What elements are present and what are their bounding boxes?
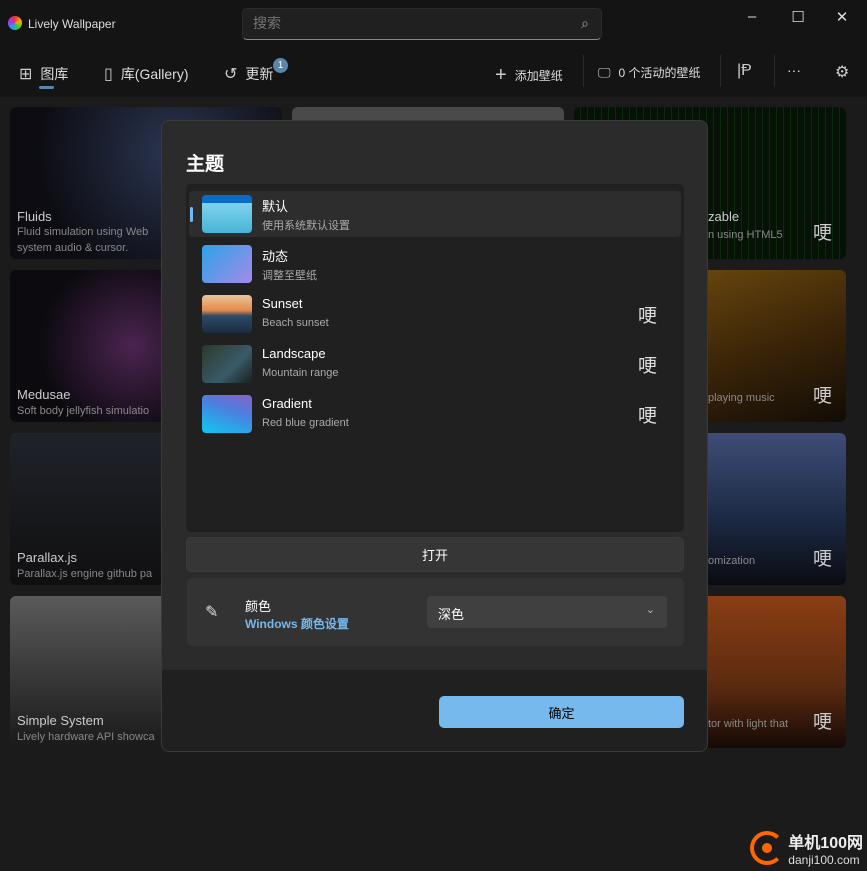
card-action-icon[interactable]: 哽	[813, 381, 832, 408]
more-button[interactable]: ···	[787, 62, 801, 78]
card-description: omization	[708, 555, 756, 567]
theme-desc: 使用系统默认设置	[262, 220, 350, 232]
dialog-title: 主题	[186, 154, 225, 175]
watermark-logo-icon	[750, 831, 785, 865]
theme-name: Gradient	[262, 396, 312, 411]
card-description: n using HTML5	[708, 229, 783, 241]
theme-action-icon[interactable]: 哽	[638, 351, 657, 378]
theme-desc: Beach sunset	[262, 317, 329, 329]
card-title: Fluids	[17, 209, 52, 224]
close-button[interactable]: ✕	[832, 8, 852, 26]
tab-library[interactable]: ⊞ 图库	[19, 64, 68, 84]
search-input[interactable]	[253, 15, 553, 31]
watermark: 单机100网 danji100.com	[750, 829, 863, 867]
pin-icon: |Ᵽ	[737, 62, 752, 79]
theme-action-icon[interactable]: 哽	[638, 301, 657, 328]
monitor-icon: 🖵	[598, 64, 611, 80]
color-label: 颜色	[245, 599, 272, 614]
theme-name: 默认	[262, 199, 289, 214]
grid-icon: ⊞	[19, 66, 33, 83]
theme-desc: 调整至壁纸	[262, 270, 317, 282]
minimize-button[interactable]: –	[742, 8, 762, 25]
refresh-icon: ↺	[224, 66, 238, 83]
search-icon[interactable]: ⌕	[581, 15, 589, 32]
personalize-icon: ✎	[205, 604, 219, 621]
add-wallpaper-button[interactable]: + 添加壁纸	[495, 64, 563, 87]
dropdown-value: 深色	[438, 607, 465, 622]
theme-item-dynamic[interactable]: 动态 调整至壁纸	[189, 241, 681, 287]
divider	[720, 55, 721, 87]
card-action-icon[interactable]: 哽	[813, 544, 832, 571]
plus-icon: +	[495, 64, 507, 86]
theme-name: Sunset	[262, 296, 303, 311]
card-title: Parallax.js	[17, 550, 77, 565]
active-tab-indicator	[39, 86, 54, 89]
search-box[interactable]: ⌕	[242, 8, 602, 40]
default-theme-thumbnail	[202, 195, 252, 233]
active-wallpapers-label: 0 个活动的壁纸	[618, 66, 701, 80]
card-description: tor with light that	[708, 718, 789, 730]
card-title: Medusae	[17, 387, 71, 402]
theme-name: Landscape	[262, 346, 326, 361]
tab-label: 图库	[40, 66, 69, 82]
theme-item-gradient[interactable]: Gradient Red blue gradient 哽	[189, 391, 681, 437]
watermark-name: 单机100网	[788, 835, 863, 852]
theme-list: 默认 使用系统默认设置 动态 调整至壁纸 Sunset Beach sunset…	[186, 184, 684, 532]
active-wallpapers-button[interactable]: 🖵 0 个活动的壁纸	[598, 64, 701, 81]
title-bar: Lively Wallpaper ⌕ – ☐ ✕	[0, 0, 867, 45]
color-mode-dropdown[interactable]: 深色 ⌄	[427, 596, 667, 628]
settings-button[interactable]: ⚙	[835, 62, 849, 82]
tab-updates[interactable]: ↺ 更新	[224, 64, 273, 84]
open-button[interactable]: 打开	[186, 537, 684, 572]
card-action-icon[interactable]: 哽	[813, 707, 832, 734]
theme-desc: Mountain range	[262, 367, 339, 379]
theme-item-sunset[interactable]: Sunset Beach sunset 哽	[189, 291, 681, 337]
sunset-thumbnail	[202, 295, 252, 333]
customise-button[interactable]: |Ᵽ	[737, 62, 752, 80]
maximize-button[interactable]: ☐	[788, 8, 808, 26]
card-description: Lively hardware API showca	[17, 731, 155, 743]
windows-color-settings-link[interactable]: Windows 颜色设置	[245, 615, 349, 632]
card-description: playing music	[708, 392, 775, 404]
card-description: Soft body jellyfish simulatio	[17, 405, 150, 417]
add-wallpaper-label: 添加壁纸	[514, 69, 563, 83]
divider	[774, 55, 775, 87]
update-badge: 1	[273, 58, 288, 73]
card-title: Simple System	[17, 713, 104, 728]
tab-gallery[interactable]: ▯ 库(Gallery)	[104, 64, 188, 84]
gradient-thumbnail	[202, 395, 252, 433]
card-description: Parallax.js engine github pa	[17, 568, 153, 580]
dialog-footer: 确定	[162, 670, 707, 751]
theme-item-default[interactable]: 默认 使用系统默认设置	[189, 191, 681, 237]
watermark-url: danji100.com	[788, 853, 860, 867]
dynamic-theme-thumbnail	[202, 245, 252, 283]
chevron-down-icon: ⌄	[645, 604, 655, 616]
lively-logo-icon	[8, 16, 22, 30]
landscape-thumbnail	[202, 345, 252, 383]
color-setting: ✎ 颜色 Windows 颜色设置 深色 ⌄	[187, 578, 684, 646]
selection-indicator	[190, 207, 193, 222]
gear-icon: ⚙	[835, 64, 850, 81]
bag-icon: ▯	[104, 66, 113, 83]
tab-label: 库(Gallery)	[120, 66, 189, 82]
ok-button[interactable]: 确定	[439, 696, 684, 728]
card-title: zable	[708, 209, 740, 224]
theme-dialog: 主题 默认 使用系统默认设置 动态 调整至壁纸 Sunset Beach sun…	[161, 120, 708, 752]
theme-action-icon[interactable]: 哽	[638, 401, 657, 428]
divider	[583, 55, 584, 87]
tab-label: 更新	[245, 66, 274, 82]
theme-name: 动态	[262, 249, 289, 264]
card-action-icon[interactable]: 哽	[813, 218, 832, 245]
card-description: Fluid simulation using Web system audio &…	[17, 226, 149, 254]
theme-item-landscape[interactable]: Landscape Mountain range 哽	[189, 341, 681, 387]
app-title: Lively Wallpaper	[28, 17, 116, 31]
theme-desc: Red blue gradient	[262, 417, 349, 429]
